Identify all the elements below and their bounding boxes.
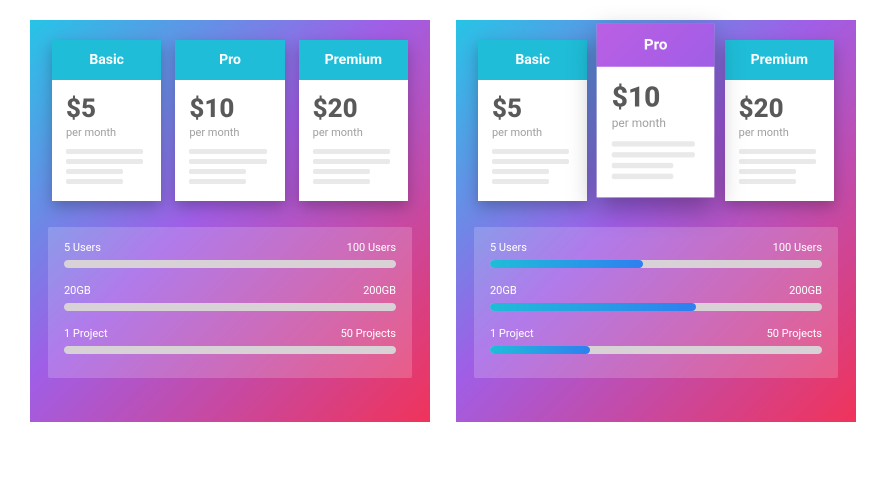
plan-price: $20	[313, 94, 394, 124]
slider-max-label: 100 Users	[773, 241, 822, 254]
slider-fill	[490, 346, 590, 354]
feature-sliders: 5 Users 100 Users 20GB 200GB 1 Project	[48, 227, 412, 378]
plan-period: per month	[492, 126, 573, 139]
plan-card-premium[interactable]: Premium $20 per month	[299, 40, 408, 201]
placeholder-line	[313, 169, 370, 174]
slider-max-label: 200GB	[363, 284, 396, 297]
slider-users: 5 Users 100 Users	[64, 241, 396, 268]
plan-name: Premium	[725, 40, 834, 80]
plan-card-pro[interactable]: Pro $10 per month	[597, 24, 715, 198]
slider-projects: 1 Project 50 Projects	[490, 327, 822, 354]
slider-track[interactable]	[490, 346, 822, 354]
placeholder-line	[612, 152, 695, 157]
slider-max-label: 50 Projects	[767, 327, 822, 340]
plan-name: Pro	[597, 24, 715, 67]
slider-track[interactable]	[64, 346, 396, 354]
slider-min-label: 1 Project	[64, 327, 108, 340]
placeholder-line	[313, 159, 390, 164]
slider-projects: 1 Project 50 Projects	[64, 327, 396, 354]
placeholder-line	[612, 174, 673, 179]
slider-min-label: 20GB	[490, 284, 517, 297]
plan-card-basic[interactable]: Basic $5 per month	[52, 40, 161, 201]
slider-max-label: 50 Projects	[341, 327, 396, 340]
plan-card-basic[interactable]: Basic $5 per month	[478, 40, 587, 201]
placeholder-line	[189, 169, 246, 174]
placeholder-line	[66, 149, 143, 154]
placeholder-line	[612, 141, 695, 146]
plan-period: per month	[739, 126, 820, 139]
plan-period: per month	[189, 126, 270, 139]
plan-price: $10	[189, 94, 270, 124]
placeholder-line	[739, 149, 816, 154]
plan-cards: Basic $5 per month Pro $10 per month	[474, 40, 838, 201]
slider-storage: 20GB 200GB	[64, 284, 396, 311]
placeholder-line	[66, 169, 123, 174]
placeholder-line	[313, 149, 390, 154]
slider-min-label: 20GB	[64, 284, 91, 297]
plan-cards: Basic $5 per month Pro $10 per month	[48, 40, 412, 201]
plan-name: Premium	[299, 40, 408, 80]
slider-max-label: 100 Users	[347, 241, 396, 254]
plan-name: Basic	[52, 40, 161, 80]
slider-max-label: 200GB	[789, 284, 822, 297]
placeholder-line	[492, 159, 569, 164]
slider-fill	[490, 303, 696, 311]
plan-card-premium[interactable]: Premium $20 per month	[725, 40, 834, 201]
slider-track[interactable]	[64, 303, 396, 311]
slider-min-label: 5 Users	[64, 241, 101, 254]
plan-price: $10	[612, 82, 700, 114]
pricing-panel-default: Basic $5 per month Pro $10 per month	[30, 20, 430, 422]
placeholder-line	[492, 179, 549, 184]
feature-sliders: 5 Users 100 Users 20GB 200GB 1 Project	[474, 227, 838, 378]
placeholder-line	[739, 179, 796, 184]
placeholder-line	[189, 179, 246, 184]
plan-name: Pro	[175, 40, 284, 80]
plan-price: $5	[66, 94, 147, 124]
placeholder-line	[189, 149, 266, 154]
placeholder-line	[313, 179, 370, 184]
plan-price: $20	[739, 94, 820, 124]
plan-card-pro[interactable]: Pro $10 per month	[175, 40, 284, 201]
plan-period: per month	[313, 126, 394, 139]
placeholder-line	[189, 159, 266, 164]
plan-price: $5	[492, 94, 573, 124]
plan-name: Basic	[478, 40, 587, 80]
plan-period: per month	[66, 126, 147, 139]
placeholder-line	[739, 169, 796, 174]
slider-track[interactable]	[64, 260, 396, 268]
plan-period: per month	[612, 116, 700, 130]
placeholder-line	[612, 163, 673, 168]
slider-track[interactable]	[490, 260, 822, 268]
slider-track[interactable]	[490, 303, 822, 311]
slider-users: 5 Users 100 Users	[490, 241, 822, 268]
placeholder-line	[492, 169, 549, 174]
slider-min-label: 5 Users	[490, 241, 527, 254]
slider-fill	[490, 260, 643, 268]
slider-min-label: 1 Project	[490, 327, 534, 340]
slider-storage: 20GB 200GB	[490, 284, 822, 311]
pricing-panel-active: Basic $5 per month Pro $10 per month	[456, 20, 856, 422]
placeholder-line	[66, 159, 143, 164]
placeholder-line	[739, 159, 816, 164]
placeholder-line	[66, 179, 123, 184]
placeholder-line	[492, 149, 569, 154]
